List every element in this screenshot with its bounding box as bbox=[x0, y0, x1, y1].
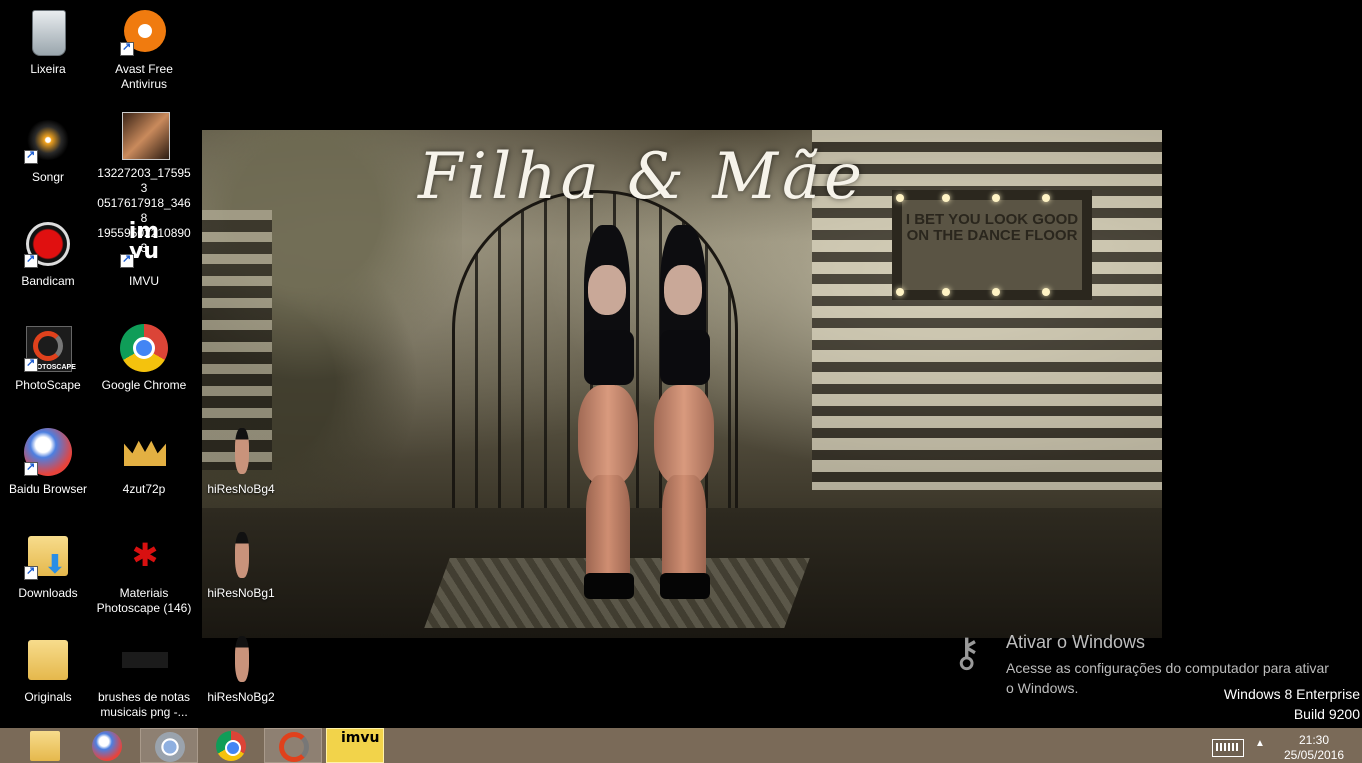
desktop-icon-label: hiResNoBg4 bbox=[207, 482, 275, 496]
activate-title: Ativar o Windows bbox=[1006, 632, 1146, 652]
desktop-icon-label: Avast Free Antivirus bbox=[115, 62, 173, 91]
desktop-icon-baidu-browser[interactable]: Baidu Browser bbox=[0, 426, 96, 497]
desktop-icon-label: PhotoScape bbox=[15, 378, 81, 392]
desktop-icon-imvu[interactable]: imvu IMVU bbox=[96, 218, 192, 289]
desktop-icon-hiresnobg2[interactable]: hiResNoBg2 bbox=[193, 634, 289, 705]
desktop-icon-label: Songr bbox=[31, 170, 65, 184]
photoscape-icon bbox=[279, 732, 309, 762]
wallpaper-title: Filha & Mãe bbox=[418, 140, 866, 214]
taskbar: imvu ▲ 21:30 25/05/2016 bbox=[0, 728, 1362, 763]
shortcut-arrow-icon bbox=[24, 564, 38, 580]
desktop-icon-label: Downloads bbox=[18, 586, 78, 600]
desktop-icon-avast[interactable]: Avast Free Antivirus bbox=[96, 6, 192, 92]
clock-date: 25/05/2016 bbox=[1283, 748, 1345, 762]
desktop-icon-bandicam[interactable]: Bandicam bbox=[0, 218, 96, 289]
desktop-icon-label: Originals bbox=[24, 690, 72, 704]
desktop-icon-label: Google Chrome bbox=[101, 378, 187, 392]
taskbar-file-explorer[interactable] bbox=[16, 728, 74, 763]
desktop-icon-hiresnobg1[interactable]: hiResNoBg1 bbox=[193, 530, 289, 601]
shortcut-arrow-icon bbox=[120, 252, 134, 268]
shortcut-arrow-icon bbox=[24, 356, 38, 372]
clock-time: 21:30 bbox=[1298, 733, 1330, 747]
desktop-icon-label: brushes de notas musicais png -... bbox=[97, 690, 191, 719]
windows-edition: Windows 8 Enterprise bbox=[1223, 686, 1360, 702]
wallpaper-image: I BET YOU LOOK GOOD ON THE DANCE FLOOR F… bbox=[202, 130, 1162, 638]
desktop-icon-google-chrome[interactable]: Google Chrome bbox=[96, 322, 192, 393]
image-file-icon bbox=[235, 636, 249, 682]
wallpaper-sign-text: I BET YOU LOOK GOOD ON THE DANCE FLOOR bbox=[905, 211, 1079, 244]
image-file-icon bbox=[122, 112, 170, 160]
desktop-icon-originals[interactable]: Originals bbox=[0, 634, 96, 705]
wallpaper-figure-right bbox=[646, 225, 726, 605]
taskbar-clock[interactable]: 21:30 25/05/2016 bbox=[1272, 733, 1356, 763]
image-file-icon bbox=[122, 652, 168, 668]
desktop-icon-songr[interactable]: Songr bbox=[0, 114, 96, 185]
crown-image-icon bbox=[124, 440, 166, 466]
desktop-icon-label: IMVU bbox=[129, 274, 159, 288]
shortcut-arrow-icon bbox=[24, 252, 38, 268]
desktop: I BET YOU LOOK GOOD ON THE DANCE FLOOR F… bbox=[0, 0, 1362, 728]
imvu-icon: imvu bbox=[341, 730, 380, 746]
desktop-icon-lixeira[interactable]: Lixeira bbox=[0, 6, 96, 77]
desktop-icon-brushes[interactable]: brushes de notas musicais png -... bbox=[96, 634, 192, 720]
wallpaper-figure-left bbox=[570, 225, 650, 605]
chrome-app-icon bbox=[155, 732, 185, 762]
desktop-icon-label: Bandicam bbox=[21, 274, 75, 288]
file-explorer-icon bbox=[30, 731, 60, 761]
image-file-icon bbox=[235, 428, 249, 474]
desktop-icon-label: hiResNoBg2 bbox=[207, 690, 275, 704]
taskbar-chrome-app[interactable] bbox=[140, 728, 198, 763]
desktop-icon-hiresnobg4[interactable]: hiResNoBg4 bbox=[193, 426, 289, 497]
touch-keyboard-icon[interactable] bbox=[1212, 739, 1244, 757]
shortcut-arrow-icon bbox=[24, 460, 38, 476]
image-file-icon bbox=[235, 532, 249, 578]
key-icon: ⚷ bbox=[952, 631, 982, 675]
baidu-browser-icon bbox=[92, 731, 122, 761]
folder-icon bbox=[28, 640, 68, 680]
download-arrow-icon: ⬇ bbox=[44, 550, 66, 580]
show-hidden-icons-chevron-icon[interactable]: ▲ bbox=[1255, 738, 1265, 749]
desktop-icon-label: Materiais Photoscape (146) bbox=[96, 586, 192, 615]
google-chrome-icon bbox=[216, 731, 246, 761]
desktop-icon-materiais-photoscape[interactable]: ✱ Materiais Photoscape (146) bbox=[96, 530, 192, 616]
shortcut-arrow-icon bbox=[120, 40, 134, 56]
taskbar-google-chrome[interactable] bbox=[202, 728, 260, 763]
desktop-icon-photoscape[interactable]: PhotoScape bbox=[0, 322, 96, 393]
recycle-bin-icon bbox=[32, 10, 66, 56]
leaf-image-icon: ✱ bbox=[131, 536, 159, 574]
desktop-icon-4zut72p[interactable]: 4zut72p bbox=[96, 426, 192, 497]
windows-version: Windows 8 Enterprise Build 9200 bbox=[1224, 684, 1360, 724]
taskbar-imvu[interactable]: imvu bbox=[326, 728, 384, 763]
taskbar-baidu-browser[interactable] bbox=[78, 728, 136, 763]
taskbar-photoscape[interactable] bbox=[264, 728, 322, 763]
desktop-icon-label: Baidu Browser bbox=[8, 482, 88, 496]
chrome-icon bbox=[120, 324, 168, 372]
desktop-icon-downloads[interactable]: ⬇ Downloads bbox=[0, 530, 96, 601]
windows-build: Build 9200 bbox=[1293, 706, 1360, 722]
desktop-icon-label: Lixeira bbox=[30, 62, 66, 76]
desktop-icon-label: hiResNoBg1 bbox=[207, 586, 275, 600]
shortcut-arrow-icon bbox=[24, 148, 38, 164]
desktop-icon-label: 4zut72p bbox=[122, 482, 166, 496]
